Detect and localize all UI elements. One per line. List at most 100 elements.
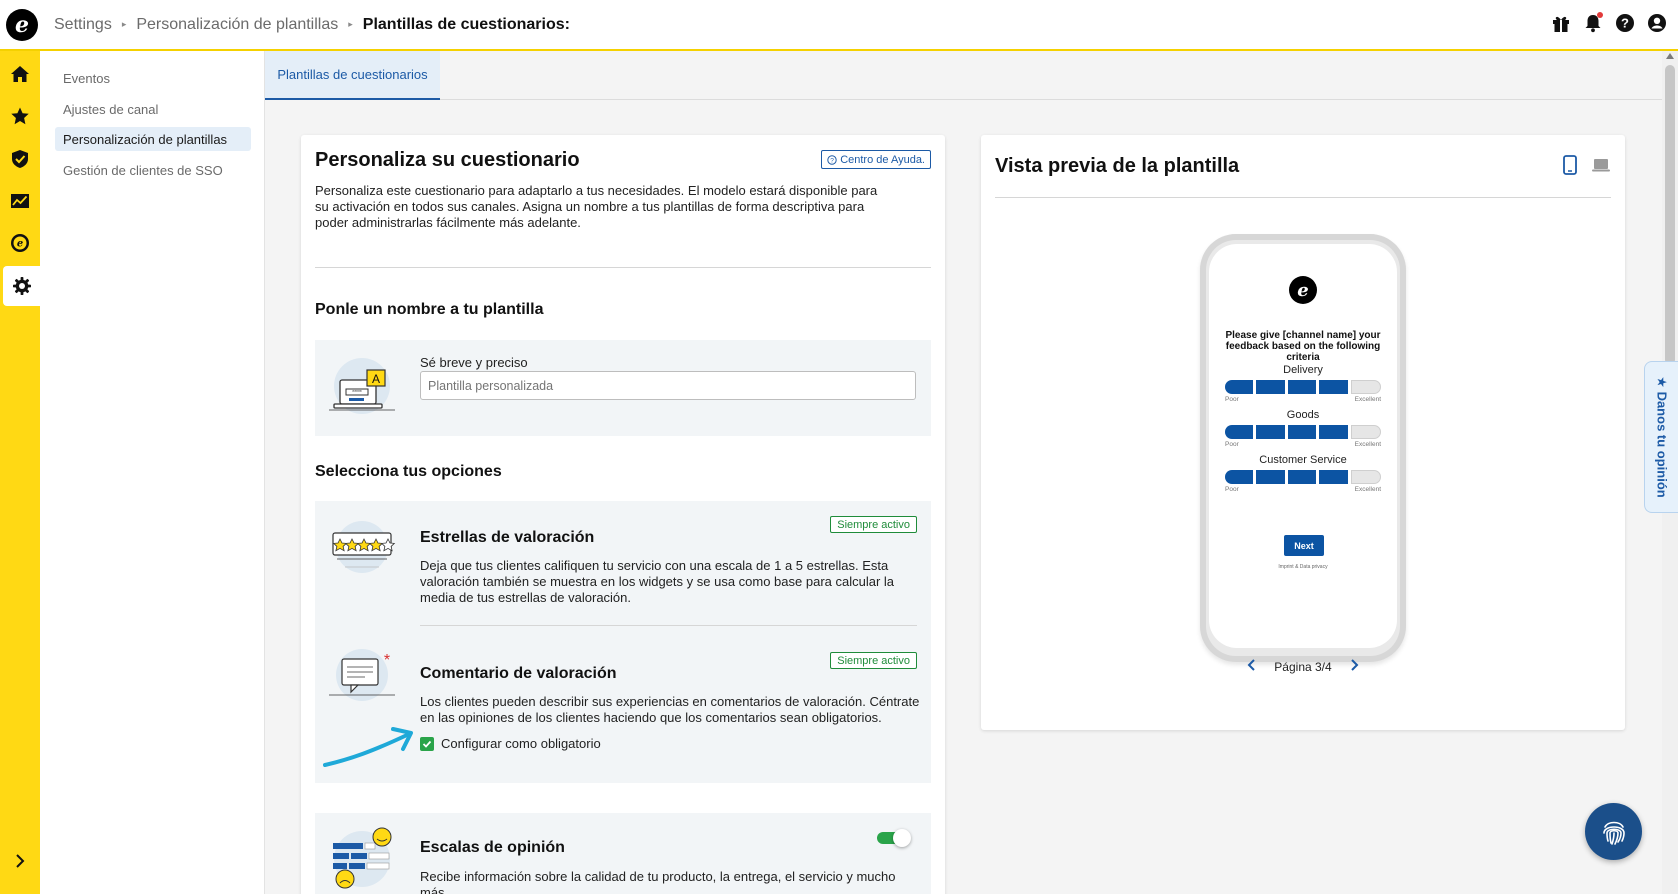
stars-option-title: Estrellas de valoración bbox=[420, 529, 595, 546]
trusted-shops-logo[interactable]: e bbox=[6, 8, 38, 41]
top-actions: ? bbox=[1550, 12, 1668, 34]
shield-icon[interactable] bbox=[0, 139, 40, 179]
next-page-chevron-icon[interactable] bbox=[1348, 658, 1360, 675]
help-center-link[interactable]: ? Centro de Ayuda. bbox=[821, 150, 931, 169]
criterion-rating: Delivery Poor Excellent bbox=[1225, 364, 1382, 403]
breadcrumb-separator-icon: ▸ bbox=[121, 19, 127, 29]
rating-segment[interactable] bbox=[1256, 470, 1285, 484]
fingerprint-chat-button[interactable] bbox=[1585, 803, 1642, 860]
mandatory-checkbox[interactable] bbox=[420, 736, 434, 751]
subnav-item-sso-clients[interactable]: Gestión de clientes de SSO bbox=[55, 158, 251, 182]
name-section-title: Ponle un nombre a tu plantilla bbox=[315, 301, 544, 318]
criterion-scale: Poor Excellent bbox=[1225, 396, 1381, 403]
criterion-scale: Poor Excellent bbox=[1225, 486, 1381, 493]
breadcrumb-separator-icon: ▸ bbox=[348, 19, 353, 29]
scale-high-label: Excellent bbox=[1354, 441, 1381, 448]
rating-segment[interactable] bbox=[1350, 380, 1382, 394]
rating-segment[interactable] bbox=[1319, 380, 1348, 394]
scale-high-label: Excellent bbox=[1354, 396, 1381, 403]
svg-text:*****: ***** bbox=[352, 390, 362, 396]
help-icon[interactable]: ? bbox=[1614, 12, 1636, 34]
feedback-tab-label: Danos tu opinión bbox=[1654, 391, 1670, 498]
subnav-item-channel-settings[interactable]: Ajustes de canal bbox=[55, 97, 251, 121]
top-bar: e Settings ▸ Personalización de plantill… bbox=[0, 0, 1678, 51]
svg-text:e: e bbox=[17, 239, 23, 250]
template-name-input[interactable] bbox=[420, 371, 916, 400]
name-panel: ***** A Sé breve y preciso bbox=[315, 340, 931, 436]
template-preview-card: Vista previa de la plantilla e Please gi… bbox=[981, 135, 1625, 730]
mandatory-checkbox-row[interactable]: Configurar como obligatorio bbox=[420, 736, 601, 751]
rating-segment[interactable] bbox=[1287, 425, 1317, 439]
phone-screen: e Please give [channel name] your feedba… bbox=[1209, 244, 1397, 648]
notification-dot bbox=[1597, 12, 1603, 18]
star-icon[interactable] bbox=[0, 96, 40, 136]
page-indicator: Página 3/4 bbox=[1274, 659, 1332, 674]
laptop-illustration-icon: ***** A bbox=[327, 356, 397, 416]
subnav-item-template-customization[interactable]: Personalización de plantillas bbox=[55, 127, 251, 151]
rating-segment[interactable] bbox=[1225, 470, 1254, 484]
always-active-badge: Siempre activo bbox=[830, 652, 917, 669]
rating-segment[interactable] bbox=[1225, 425, 1254, 439]
breadcrumb: Settings ▸ Personalización de plantillas… bbox=[54, 16, 570, 34]
help-circle-icon: ? bbox=[827, 154, 837, 165]
criterion-label: Delivery bbox=[1283, 364, 1323, 376]
comment-option-title: Comentario de valoración bbox=[420, 665, 617, 682]
star-icon: ★ bbox=[1654, 376, 1670, 392]
toggle-knob bbox=[893, 829, 911, 847]
breadcrumb-template-customization[interactable]: Personalización de plantillas bbox=[136, 16, 338, 34]
scroll-up-icon[interactable] bbox=[1666, 53, 1674, 59]
rating-segment[interactable] bbox=[1256, 380, 1285, 394]
criterion-rating: Customer Service Poor Excellent bbox=[1225, 454, 1382, 493]
criterion-rating-bar[interactable] bbox=[1225, 425, 1382, 439]
criterion-rating: Goods Poor Excellent bbox=[1225, 409, 1382, 448]
criterion-label: Customer Service bbox=[1259, 454, 1347, 466]
gift-icon[interactable] bbox=[1550, 12, 1572, 34]
rating-segment[interactable] bbox=[1287, 380, 1317, 394]
trusted-shops-logo: e bbox=[1289, 276, 1317, 304]
subnav-item-events[interactable]: Eventos bbox=[55, 66, 251, 90]
scale-low-label: Poor bbox=[1225, 396, 1239, 403]
rating-segment[interactable] bbox=[1319, 470, 1348, 484]
preview-title: Vista previa de la plantilla bbox=[995, 155, 1240, 177]
settings-gear-icon[interactable] bbox=[3, 266, 40, 306]
svg-text:*: * bbox=[384, 652, 390, 669]
feedback-tab[interactable]: ★ Danos tu opinión bbox=[1644, 361, 1678, 513]
tab-questionnaire-templates[interactable]: Plantillas de cuestionarios bbox=[265, 51, 440, 100]
rating-segment[interactable] bbox=[1350, 425, 1382, 439]
rating-stars-illustration-icon bbox=[327, 519, 397, 579]
trustmark-icon[interactable]: e bbox=[0, 223, 40, 263]
account-icon[interactable] bbox=[1646, 12, 1668, 34]
rating-segment[interactable] bbox=[1225, 380, 1254, 394]
expand-chevron-icon[interactable] bbox=[0, 841, 40, 881]
scrollbar-thumb[interactable] bbox=[1665, 65, 1675, 365]
rating-segment[interactable] bbox=[1350, 470, 1382, 484]
divider bbox=[420, 625, 917, 626]
customize-intro: Personaliza este cuestionario para adapt… bbox=[315, 183, 878, 230]
analytics-icon[interactable] bbox=[0, 181, 40, 221]
home-icon[interactable] bbox=[0, 54, 40, 94]
desktop-device-icon[interactable] bbox=[1591, 155, 1611, 180]
criterion-rating-bar[interactable] bbox=[1225, 380, 1382, 394]
mobile-device-icon[interactable] bbox=[1563, 155, 1577, 180]
arrow-annotation-icon bbox=[323, 727, 413, 767]
opinion-scales-illustration-icon bbox=[327, 827, 397, 889]
fingerprint-icon bbox=[1602, 821, 1625, 845]
device-toggle bbox=[1563, 155, 1611, 180]
stars-option-desc: Deja que tus clientes califiquen tu serv… bbox=[420, 558, 895, 605]
opinion-scales-toggle[interactable] bbox=[877, 829, 911, 847]
preview-question: Please give [channel name] your feedback… bbox=[1225, 330, 1381, 363]
breadcrumb-settings[interactable]: Settings bbox=[54, 16, 112, 34]
criterion-label: Goods bbox=[1286, 409, 1320, 421]
previous-page-chevron-icon[interactable] bbox=[1246, 658, 1258, 675]
bell-icon[interactable] bbox=[1582, 12, 1604, 34]
left-rail: e bbox=[0, 51, 40, 894]
criterion-rating-bar[interactable] bbox=[1225, 470, 1382, 484]
preview-next-button[interactable]: Next bbox=[1284, 535, 1324, 556]
rating-segment[interactable] bbox=[1287, 470, 1317, 484]
rating-segment[interactable] bbox=[1256, 425, 1285, 439]
checkmark-icon bbox=[422, 740, 432, 748]
comment-option-desc: Los clientes pueden describir sus experi… bbox=[420, 694, 920, 725]
preview-imprint-link[interactable]: Imprint & Data privacy bbox=[1209, 564, 1397, 570]
svg-text:?: ? bbox=[1621, 16, 1629, 31]
rating-segment[interactable] bbox=[1319, 425, 1348, 439]
